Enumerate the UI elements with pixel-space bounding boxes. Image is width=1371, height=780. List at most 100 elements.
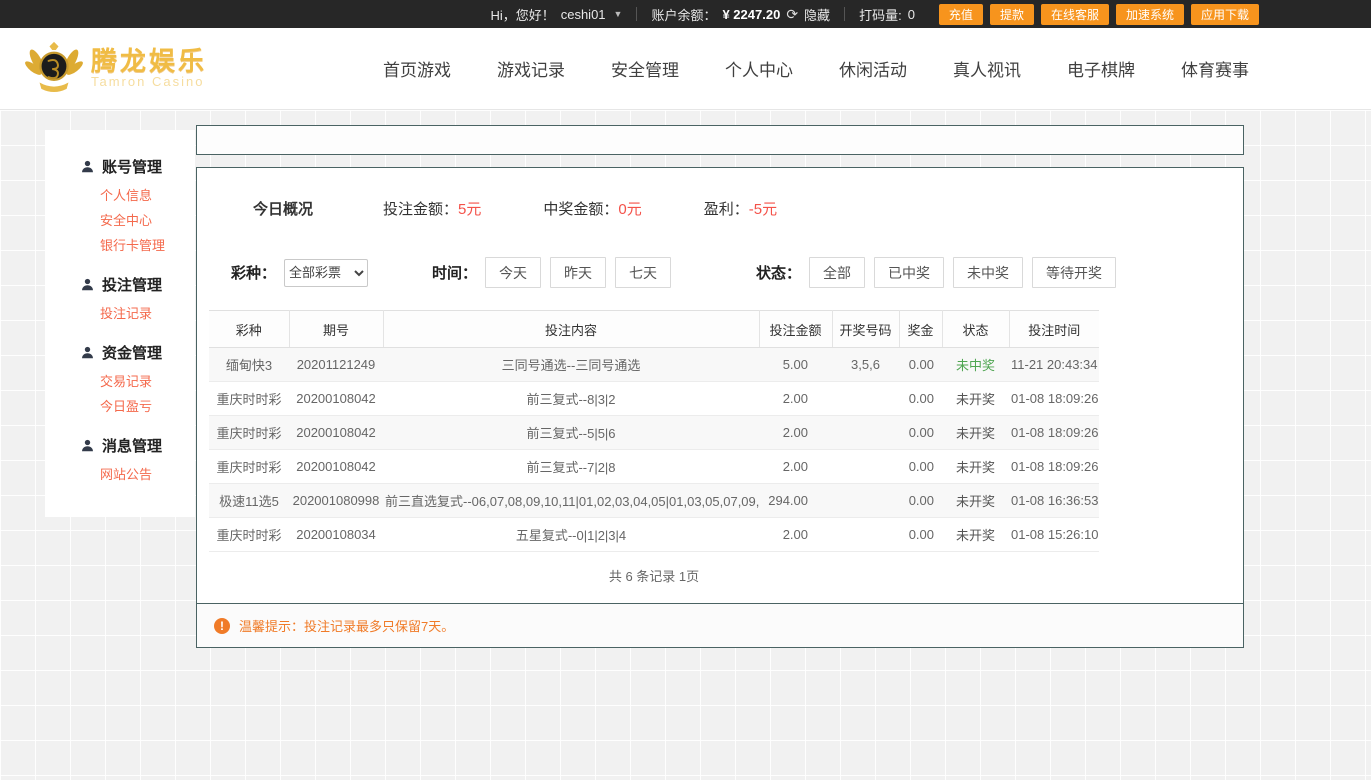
- site-logo[interactable]: 腾龙娱乐 Tamron Casino: [25, 41, 207, 97]
- cell-draw: 3,5,6: [832, 347, 899, 382]
- user-menu[interactable]: Hi，您好！ ceshi01 ▼: [490, 5, 622, 24]
- nav-item[interactable]: 个人中心: [725, 56, 793, 81]
- topbar-actions: 充值 提款 在线客服 加速系统 应用下载: [938, 3, 1259, 25]
- person-icon: [82, 160, 93, 173]
- casino-emblem-icon: [25, 41, 83, 92]
- lottery-select[interactable]: 全部彩票: [284, 258, 369, 287]
- filters-row: 彩种： 全部彩票 时间： 今天 昨天 七天 状态： 全部 已中奖 未中奖 等待开奖: [197, 257, 1243, 288]
- cell-lottery: 重庆时时彩: [209, 517, 289, 552]
- column-header: 期号: [289, 310, 384, 348]
- sidebar-group-label: 消息管理: [102, 438, 163, 455]
- cell-amount: 2.00: [759, 449, 832, 484]
- cell-time: 01-08 18:09:26: [1009, 381, 1099, 416]
- sidebar: 账号管理个人信息 安全中心 银行卡管理投注管理投注记录资金管理交易记录 今日盈亏消息管…: [45, 130, 195, 517]
- coding-value: 0: [907, 6, 915, 22]
- status-filter-button[interactable]: 等待开奖: [1032, 257, 1117, 288]
- refresh-icon[interactable]: ⟳: [786, 7, 798, 21]
- cell-lottery: 重庆时时彩: [209, 415, 289, 450]
- cell-status: 未开奖: [942, 483, 1009, 518]
- username: ceshi01: [560, 6, 606, 22]
- topbar-button[interactable]: 充值: [938, 3, 983, 25]
- nav-item[interactable]: 体育赛事: [1181, 56, 1249, 81]
- sidebar-item[interactable]: 网站公告: [100, 462, 195, 487]
- table-body: 缅甸快3 20201121249 三同号通选--三同号通选 5.00 3,5,6 0.00…: [209, 347, 1099, 552]
- divider: [844, 7, 846, 21]
- cell-amount: 5.00: [759, 347, 832, 382]
- pagination-summary: 共 6 条记录 1页: [608, 569, 700, 584]
- stat-label: 投注金额：: [383, 201, 459, 218]
- table-row: 极速11选5 202001080998 前三直选复式--06,07,08,09,10…: [209, 483, 1099, 518]
- hide-balance-link[interactable]: 隐藏: [804, 5, 830, 24]
- cell-amount: 2.00: [759, 415, 832, 450]
- topbar-button[interactable]: 提款: [989, 3, 1034, 25]
- sidebar-group[interactable]: 资金管理: [81, 342, 195, 363]
- cell-content: 五星复式--0|1|2|3|4: [383, 517, 759, 552]
- column-header: 投注时间: [1009, 310, 1099, 348]
- sidebar-item[interactable]: 银行卡管理: [100, 233, 195, 258]
- topbar-button[interactable]: 应用下载: [1190, 3, 1259, 25]
- cell-draw: [832, 449, 899, 484]
- cell-draw: [832, 517, 899, 552]
- topbar-button[interactable]: 在线客服: [1040, 3, 1109, 25]
- nav-item[interactable]: 首页游戏: [383, 56, 451, 81]
- site-header: 腾龙娱乐 Tamron Casino 首页游戏 游戏记录 安全管理 个人中心 休闲活动 真…: [0, 28, 1371, 110]
- table-row: 重庆时时彩 20200108042 前三复式--7|2|8 2.00 0.00 未开奖 01…: [209, 449, 1099, 484]
- cell-prize: 0.00: [899, 449, 942, 484]
- cell-issue: 20200108034: [289, 517, 383, 552]
- status-filter-button[interactable]: 已中奖: [874, 257, 945, 288]
- cell-draw: [832, 381, 899, 416]
- sidebar-item[interactable]: 投注记录: [100, 301, 195, 326]
- betting-records-panel: 今日概况 投注金额：5元 中奖金额：0元 盈利：-5元 彩种： 全部彩票 时间： 今…: [196, 167, 1244, 648]
- main-content: 今日概况 投注金额：5元 中奖金额：0元 盈利：-5元 彩种： 全部彩票 时间： 今…: [196, 125, 1244, 648]
- status-filter-button[interactable]: 全部: [809, 257, 866, 288]
- cell-status: 未开奖: [942, 381, 1009, 416]
- status-filter-group: 状态： 全部 已中奖 未中奖 等待开奖: [756, 257, 1125, 288]
- cell-draw: [832, 483, 899, 518]
- time-filter-label: 时间：: [432, 265, 478, 282]
- cell-issue: 20201121249: [289, 347, 383, 382]
- sidebar-group-label: 投注管理: [102, 277, 163, 294]
- sidebar-item[interactable]: 个人信息: [100, 183, 195, 208]
- cell-status: 未开奖: [942, 517, 1009, 552]
- sidebar-group[interactable]: 投注管理: [81, 274, 195, 295]
- coding-amount: 打码量: 0: [859, 5, 915, 24]
- cell-status: 未中奖: [942, 347, 1009, 382]
- notice-bar: ! 温馨提示：投注记录最多只保留7天。: [197, 603, 1243, 647]
- cell-issue: 202001080998: [289, 483, 383, 518]
- cell-amount: 2.00: [759, 517, 832, 552]
- balance-value: ¥ 2247.20: [722, 6, 781, 22]
- cell-status: 未开奖: [942, 415, 1009, 450]
- stat-value: -5元: [748, 201, 778, 218]
- sidebar-group[interactable]: 账号管理: [81, 156, 195, 177]
- nav-item[interactable]: 游戏记录: [497, 56, 565, 81]
- cell-content: 前三复式--5|5|6: [383, 415, 759, 450]
- main-nav: 首页游戏 游戏记录 安全管理 个人中心 休闲活动 真人视讯 电子棋牌 体育赛事: [383, 56, 1249, 81]
- person-icon: [82, 439, 93, 452]
- records-table: 彩种 期号 投注内容 投注金额 开奖号码 奖金 状态 投注时间 缅甸快3 20201121249…: [209, 310, 1099, 552]
- cell-content: 前三复式--8|3|2: [383, 381, 759, 416]
- time-filter-button[interactable]: 今天: [485, 257, 542, 288]
- cell-amount: 294.00: [759, 483, 832, 518]
- column-header: 彩种: [209, 310, 290, 348]
- nav-item[interactable]: 真人视讯: [953, 56, 1021, 81]
- sidebar-group[interactable]: 消息管理: [81, 435, 195, 456]
- cell-lottery: 极速11选5: [209, 483, 289, 518]
- status-filter-button[interactable]: 未中奖: [953, 257, 1024, 288]
- cell-content: 前三直选复式--06,07,08,09,10,11|01,02,03,04,05…: [383, 483, 759, 518]
- table-row: 重庆时时彩 20200108042 前三复式--5|5|6 2.00 0.00 未开奖 01…: [209, 415, 1099, 450]
- sidebar-item[interactable]: 安全中心: [100, 208, 195, 233]
- status-filter-label: 状态：: [756, 265, 802, 282]
- sidebar-item[interactable]: 今日盈亏: [100, 394, 195, 419]
- table-row: 缅甸快3 20201121249 三同号通选--三同号通选 5.00 3,5,6 0.00…: [209, 347, 1099, 382]
- sidebar-item[interactable]: 交易记录: [100, 369, 195, 394]
- topbar-button[interactable]: 加速系统: [1115, 3, 1184, 25]
- warning-icon: !: [214, 617, 230, 634]
- cell-draw: [832, 415, 899, 450]
- nav-item[interactable]: 安全管理: [611, 56, 679, 81]
- cell-time: 11-21 20:43:34: [1009, 347, 1099, 382]
- time-filter-button[interactable]: 七天: [615, 257, 672, 288]
- cell-prize: 0.00: [899, 483, 942, 518]
- nav-item[interactable]: 休闲活动: [839, 56, 907, 81]
- time-filter-button[interactable]: 昨天: [550, 257, 607, 288]
- nav-item[interactable]: 电子棋牌: [1067, 56, 1135, 81]
